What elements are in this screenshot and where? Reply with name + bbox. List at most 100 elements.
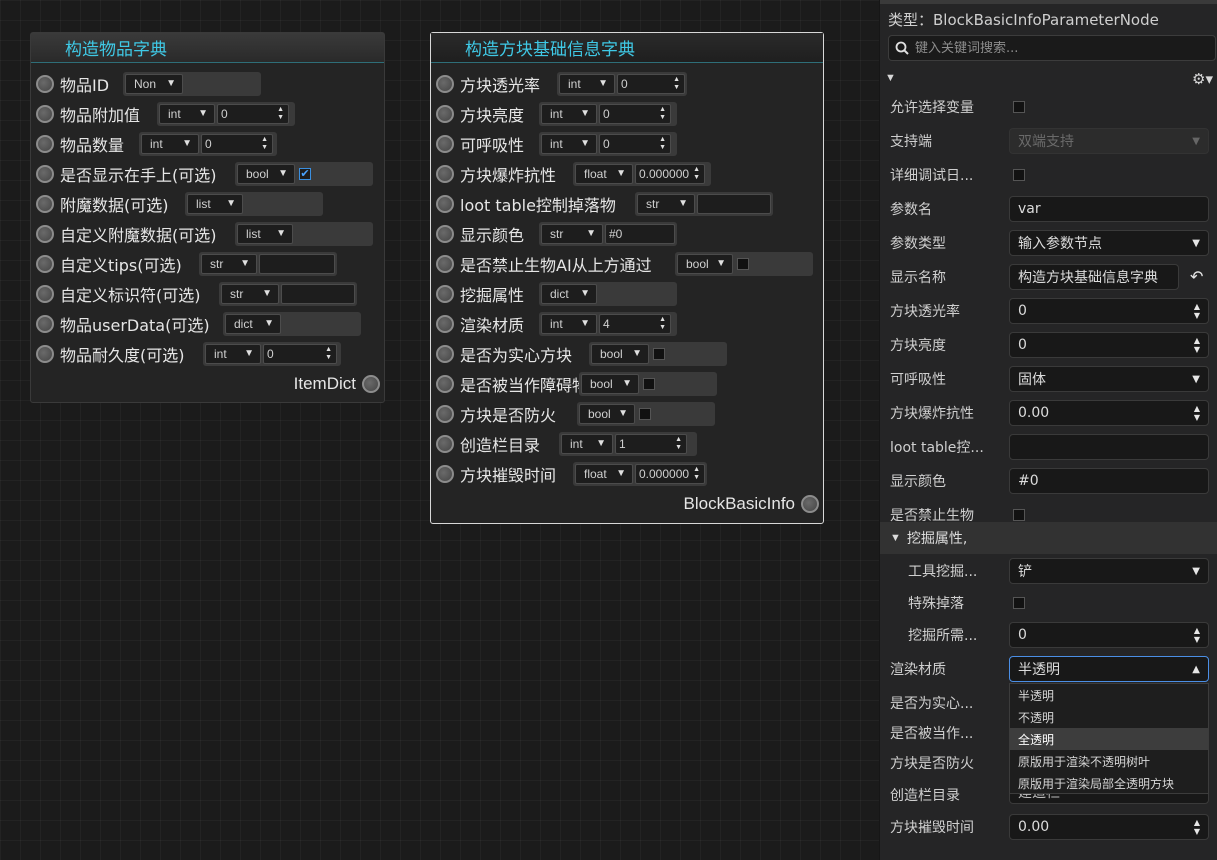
number-input[interactable]: 0 ▲ ▼ [217,104,289,124]
search-box[interactable] [888,35,1216,61]
input-port[interactable] [436,375,454,393]
block-basic-info-node[interactable]: 构造方块基础信息字典 方块透光率 int ▼ 0 ▲ ▼ 方块亮度 int ▼ 0 ▲ ▼ 可呼吸性 in… [430,32,824,524]
input-port[interactable] [36,135,54,153]
input-port[interactable] [436,195,454,213]
input-port[interactable] [36,255,54,273]
section-dig-properties[interactable]: ▼ 挖掘属性, [880,522,1217,554]
checkbox[interactable]: ✔ [299,168,311,180]
type-dropdown[interactable]: str ▼ [221,284,279,304]
input-port[interactable] [436,105,454,123]
dropdown-option[interactable]: 不透明 [1010,706,1208,728]
spinner-arrows-icon[interactable]: ▲ ▼ [325,346,332,362]
dropdown-option[interactable]: 半透明 [1010,684,1208,706]
input-port[interactable] [436,345,454,363]
type-dropdown[interactable]: dict ▼ [541,284,597,304]
property-checkbox[interactable] [1013,597,1025,609]
type-dropdown[interactable]: int ▼ [541,104,597,124]
input-port[interactable] [436,405,454,423]
property-select[interactable]: 输入参数节点 ▼ [1009,230,1209,256]
type-dropdown[interactable]: bool ▼ [581,374,639,394]
spinner-arrows-icon[interactable]: ▲ ▼ [693,166,700,182]
type-dropdown[interactable]: dict ▼ [225,314,281,334]
input-port[interactable] [436,165,454,183]
number-input[interactable]: 0 ▲ ▼ [201,134,273,154]
number-input[interactable]: 1 ▲ ▼ [615,434,687,454]
property-select[interactable]: 铲 ▼ [1009,558,1209,584]
node-title[interactable]: 构造物品字典 [31,33,384,63]
type-dropdown[interactable]: int ▼ [541,134,597,154]
input-port[interactable] [36,345,54,363]
property-text-input[interactable]: 构造方块基础信息字典 [1009,264,1179,290]
dropdown-option[interactable]: 全透明 [1010,728,1208,750]
number-input[interactable]: 0 ▲ ▼ [599,134,671,154]
number-input[interactable]: 0 ▲ ▼ [617,74,685,94]
number-input[interactable]: 0.000000 ▲ ▼ [635,164,705,184]
input-port[interactable] [436,435,454,453]
input-port[interactable] [436,225,454,243]
input-port[interactable] [36,195,54,213]
input-port[interactable] [436,285,454,303]
item-dict-node[interactable]: 构造物品字典 物品ID Non ▼ 物品附加值 int ▼ 0 ▲ ▼ 物品数量 int ▼ 0 ▲ ▼ 是否… [30,32,385,403]
spinner-arrows-icon[interactable]: ▲ ▼ [659,106,666,122]
spinner-arrows-icon[interactable]: ▲ ▼ [659,316,666,332]
type-dropdown[interactable]: str ▼ [541,224,603,244]
checkbox[interactable] [643,378,655,390]
property-number[interactable]: 0 ▲ ▼ [1009,332,1209,358]
output-port[interactable] [362,375,380,393]
input-port[interactable] [36,285,54,303]
text-input[interactable] [259,254,335,274]
spinner-arrows-icon[interactable]: ▲ ▼ [1194,626,1200,644]
property-select[interactable]: 固体 ▼ [1009,366,1209,392]
input-port[interactable] [36,315,54,333]
property-select[interactable]: 半透明 ▲ [1009,656,1209,682]
property-number[interactable]: 0.00 ▲ ▼ [1009,814,1209,840]
type-dropdown[interactable]: list ▼ [237,224,293,244]
property-number[interactable]: 0 ▲ ▼ [1009,622,1209,648]
type-dropdown[interactable]: int ▼ [559,74,615,94]
node-title[interactable]: 构造方块基础信息字典 [431,33,823,63]
type-dropdown[interactable]: bool ▼ [591,344,649,364]
input-port[interactable] [436,255,454,273]
type-dropdown[interactable]: bool ▼ [677,254,733,274]
type-dropdown[interactable]: list ▼ [187,194,243,214]
type-dropdown[interactable]: int ▼ [541,314,597,334]
input-port[interactable] [436,135,454,153]
property-checkbox[interactable] [1013,169,1025,181]
settings-gear-icon[interactable]: ⚙▾ [1192,70,1213,88]
text-input[interactable] [697,194,771,214]
text-input[interactable] [281,284,355,304]
number-input[interactable]: 0 ▲ ▼ [599,104,671,124]
spinner-arrows-icon[interactable]: ▲ ▼ [1194,302,1200,320]
type-dropdown[interactable]: str ▼ [637,194,695,214]
type-dropdown[interactable]: int ▼ [141,134,199,154]
number-input[interactable]: 4 ▲ ▼ [599,314,671,334]
checkbox[interactable] [653,348,665,360]
property-text-input[interactable] [1009,434,1209,460]
spinner-arrows-icon[interactable]: ▲ ▼ [1194,818,1200,836]
spinner-arrows-icon[interactable]: ▲ ▼ [1194,404,1200,422]
checkbox[interactable] [639,408,651,420]
spinner-arrows-icon[interactable]: ▲ ▼ [675,436,682,452]
dropdown-option[interactable]: 原版用于渲染不透明树叶 [1010,750,1208,772]
number-input[interactable]: 0 ▲ ▼ [263,344,337,364]
property-checkbox[interactable] [1013,101,1025,113]
property-number[interactable]: 0.00 ▲ ▼ [1009,400,1209,426]
type-dropdown[interactable]: bool ▼ [579,404,635,424]
input-port[interactable] [36,75,54,93]
spinner-arrows-icon[interactable]: ▲ ▼ [277,106,284,122]
property-number[interactable]: 0 ▲ ▼ [1009,298,1209,324]
spinner-arrows-icon[interactable]: ▲ ▼ [1194,336,1200,354]
collapse-all-icon[interactable]: ▼ [885,72,896,84]
input-port[interactable] [36,165,54,183]
type-dropdown[interactable]: float ▼ [575,464,633,484]
property-checkbox[interactable] [1013,509,1025,521]
reset-arrow-icon[interactable]: ↶ [1190,267,1203,287]
spinner-arrows-icon[interactable]: ▲ ▼ [673,76,680,92]
output-port[interactable] [801,495,819,513]
type-dropdown[interactable]: int ▼ [205,344,261,364]
type-dropdown[interactable]: float ▼ [575,164,633,184]
type-dropdown[interactable]: int ▼ [159,104,215,124]
input-port[interactable] [436,75,454,93]
type-dropdown[interactable]: str ▼ [201,254,257,274]
type-dropdown[interactable]: int ▼ [561,434,613,454]
